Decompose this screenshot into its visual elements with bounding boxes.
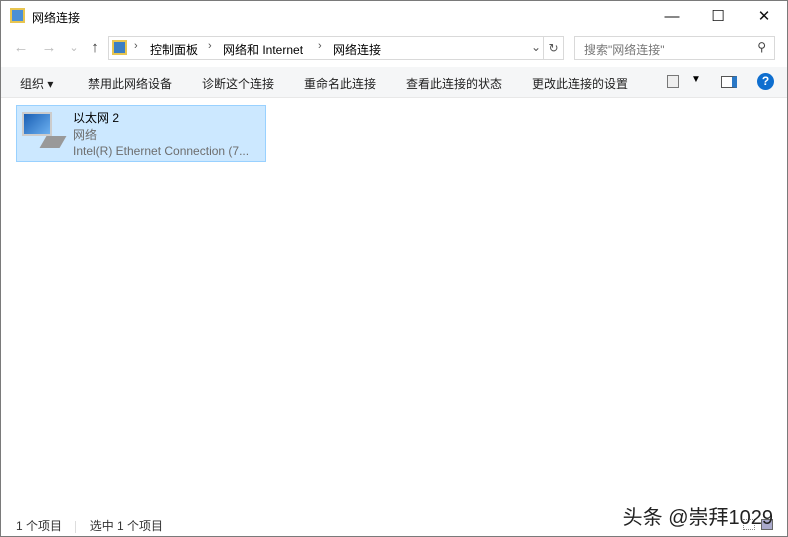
view-dropdown-icon[interactable]: ▼	[691, 74, 701, 85]
refresh-button[interactable]: ↻	[544, 36, 564, 60]
help-icon[interactable]: ?	[757, 73, 774, 90]
watermark: 头条 @崇拜1029	[622, 507, 773, 529]
minimize-button[interactable]: —	[649, 1, 695, 32]
search-input[interactable]: 搜索"网络连接" ⚲	[574, 36, 775, 60]
close-button[interactable]: ✕	[741, 1, 787, 32]
search-placeholder: 搜索"网络连接"	[584, 43, 665, 57]
view-status-button[interactable]: 查看此连接的状态	[406, 75, 502, 92]
connection-adapter: Intel(R) Ethernet Connection (7...	[73, 144, 250, 158]
connection-name: 以太网 2	[73, 111, 120, 125]
organize-menu[interactable]: 组织 ▾	[20, 75, 53, 92]
address-bar[interactable]: › 控制面板 › 网络和 Internet › 网络连接 ⌄	[108, 36, 544, 60]
forward-button[interactable]: →	[38, 36, 60, 60]
breadcrumb-separator: ›	[318, 40, 322, 52]
cable-icon	[39, 136, 67, 148]
change-settings-button[interactable]: 更改此连接的设置	[532, 75, 628, 92]
ethernet-adapter-icon	[22, 112, 52, 136]
connection-item[interactable]: 以太网 2 网络 Intel(R) Ethernet Connection (7…	[16, 105, 266, 162]
up-button[interactable]: ↑	[84, 36, 106, 60]
status-bar: 1 个项目 选中 1 个项目	[16, 517, 163, 534]
status-divider	[75, 520, 77, 533]
selected-count: 选中 1 个项目	[89, 519, 164, 533]
recent-locations-button[interactable]: ⌄	[63, 36, 85, 60]
network-folder-icon	[10, 8, 25, 23]
command-bar: 组织 ▾ 禁用此网络设备 诊断这个连接 重命名此连接 查看此连接的状态 更改此连…	[1, 67, 787, 98]
address-dropdown-button[interactable]: ⌄	[531, 40, 541, 54]
breadcrumb-network-internet[interactable]: 网络和 Internet	[223, 41, 303, 58]
preview-pane-icon[interactable]	[721, 76, 737, 88]
search-icon: ⚲	[757, 40, 766, 54]
breadcrumb-separator: ›	[134, 40, 138, 52]
breadcrumb-control-panel[interactable]: 控制面板	[150, 41, 198, 58]
window-title: 网络连接	[32, 11, 81, 25]
rename-button[interactable]: 重命名此连接	[304, 75, 376, 92]
title-bar: 网络连接 — ☐ ✕	[1, 1, 787, 32]
back-button[interactable]: ←	[10, 36, 32, 60]
diagnose-button[interactable]: 诊断这个连接	[202, 75, 274, 92]
breadcrumb-network-connections[interactable]: 网络连接	[333, 41, 381, 58]
disable-device-button[interactable]: 禁用此网络设备	[88, 75, 172, 92]
view-options-icon[interactable]	[667, 75, 679, 88]
breadcrumb-separator: ›	[208, 40, 212, 52]
item-count: 1 个项目	[16, 519, 63, 533]
maximize-button[interactable]: ☐	[695, 1, 741, 32]
control-panel-icon	[112, 40, 127, 55]
connection-status: 网络	[73, 128, 98, 142]
